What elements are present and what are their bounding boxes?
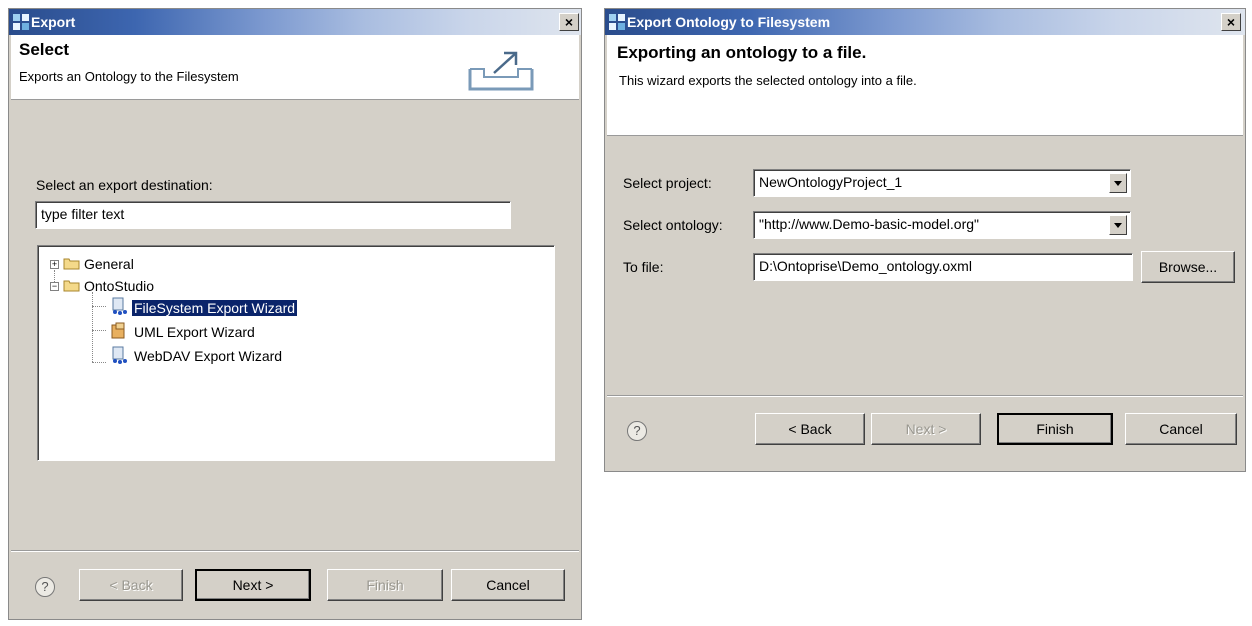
help-icon[interactable]: ? bbox=[627, 421, 647, 441]
tree-item-uml-wizard[interactable]: UML Export Wizard bbox=[134, 322, 255, 342]
tree-line bbox=[92, 330, 106, 331]
project-select[interactable]: NewOntologyProject_1 bbox=[753, 169, 1131, 197]
cancel-button[interactable]: Cancel bbox=[1125, 413, 1237, 445]
page-title: Select bbox=[19, 40, 70, 59]
back-button[interactable]: < Back bbox=[755, 413, 865, 445]
button-separator bbox=[607, 395, 1243, 397]
ontology-title: Export Ontology to Filesystem bbox=[627, 14, 831, 30]
collapse-ontostudio-icon[interactable]: − bbox=[50, 282, 59, 291]
wizard-icon bbox=[112, 346, 127, 364]
button-separator bbox=[11, 550, 579, 552]
page-description: Exports an Ontology to the Filesystem bbox=[19, 69, 239, 84]
tree-item-general[interactable]: General bbox=[84, 254, 134, 274]
tree-item-filesystem-wizard[interactable]: FileSystem Export Wizard bbox=[132, 298, 298, 318]
tree-line bbox=[92, 306, 106, 307]
wizard-icon bbox=[111, 322, 125, 339]
folder-icon bbox=[63, 280, 80, 292]
back-button[interactable]: < Back bbox=[79, 569, 183, 601]
finish-button[interactable]: Finish bbox=[997, 413, 1113, 445]
next-button[interactable]: Next > bbox=[871, 413, 981, 445]
tree-line bbox=[92, 362, 106, 363]
export-icon bbox=[468, 51, 534, 91]
tree-item-ontostudio[interactable]: OntoStudio bbox=[84, 276, 154, 296]
tree-line bbox=[54, 270, 55, 282]
ontology-label: Select ontology: bbox=[623, 217, 723, 233]
close-icon[interactable]: × bbox=[559, 13, 579, 31]
dropdown-arrow-icon[interactable] bbox=[1109, 173, 1127, 193]
cancel-button[interactable]: Cancel bbox=[451, 569, 565, 601]
window-icon bbox=[609, 14, 625, 30]
next-button[interactable]: Next > bbox=[195, 569, 311, 601]
folder-icon bbox=[63, 258, 80, 270]
ontology-export-dialog: Export Ontology to Filesystem × Exportin… bbox=[604, 8, 1246, 472]
ontology-header: Exporting an ontology to a file. This wi… bbox=[607, 35, 1243, 136]
finish-button[interactable]: Finish bbox=[327, 569, 443, 601]
wizard-icon bbox=[112, 297, 127, 315]
file-label: To file: bbox=[623, 259, 664, 275]
export-destination-tree[interactable]: + General − OntoStudio FileSystem Export… bbox=[37, 245, 555, 461]
file-path-input[interactable]: D:\Ontoprise\Demo_ontology.oxml bbox=[753, 253, 1133, 281]
destination-label: Select an export destination: bbox=[36, 177, 213, 193]
expand-general-icon[interactable]: + bbox=[50, 260, 59, 269]
filter-input[interactable]: type filter text bbox=[35, 201, 511, 229]
export-dialog: Export × Select Exports an Ontology to t… bbox=[8, 8, 582, 620]
ontology-select[interactable]: "http://www.Demo-basic-model.org" bbox=[753, 211, 1131, 239]
close-icon[interactable]: × bbox=[1221, 13, 1241, 31]
selected-item-label: FileSystem Export Wizard bbox=[132, 300, 298, 316]
page-description: This wizard exports the selected ontolog… bbox=[619, 73, 917, 88]
dropdown-arrow-icon[interactable] bbox=[1109, 215, 1127, 235]
browse-button[interactable]: Browse... bbox=[1141, 251, 1235, 283]
export-header: Select Exports an Ontology to the Filesy… bbox=[11, 35, 579, 100]
tree-line bbox=[92, 292, 93, 362]
window-icon bbox=[13, 14, 29, 30]
help-icon[interactable]: ? bbox=[35, 577, 55, 597]
page-title: Exporting an ontology to a file. bbox=[617, 43, 867, 62]
project-label: Select project: bbox=[623, 175, 712, 191]
tree-item-webdav-wizard[interactable]: WebDAV Export Wizard bbox=[134, 346, 282, 366]
ontology-titlebar[interactable]: Export Ontology to Filesystem × bbox=[605, 9, 1245, 35]
export-titlebar[interactable]: Export × bbox=[9, 9, 581, 35]
export-title: Export bbox=[31, 14, 76, 30]
